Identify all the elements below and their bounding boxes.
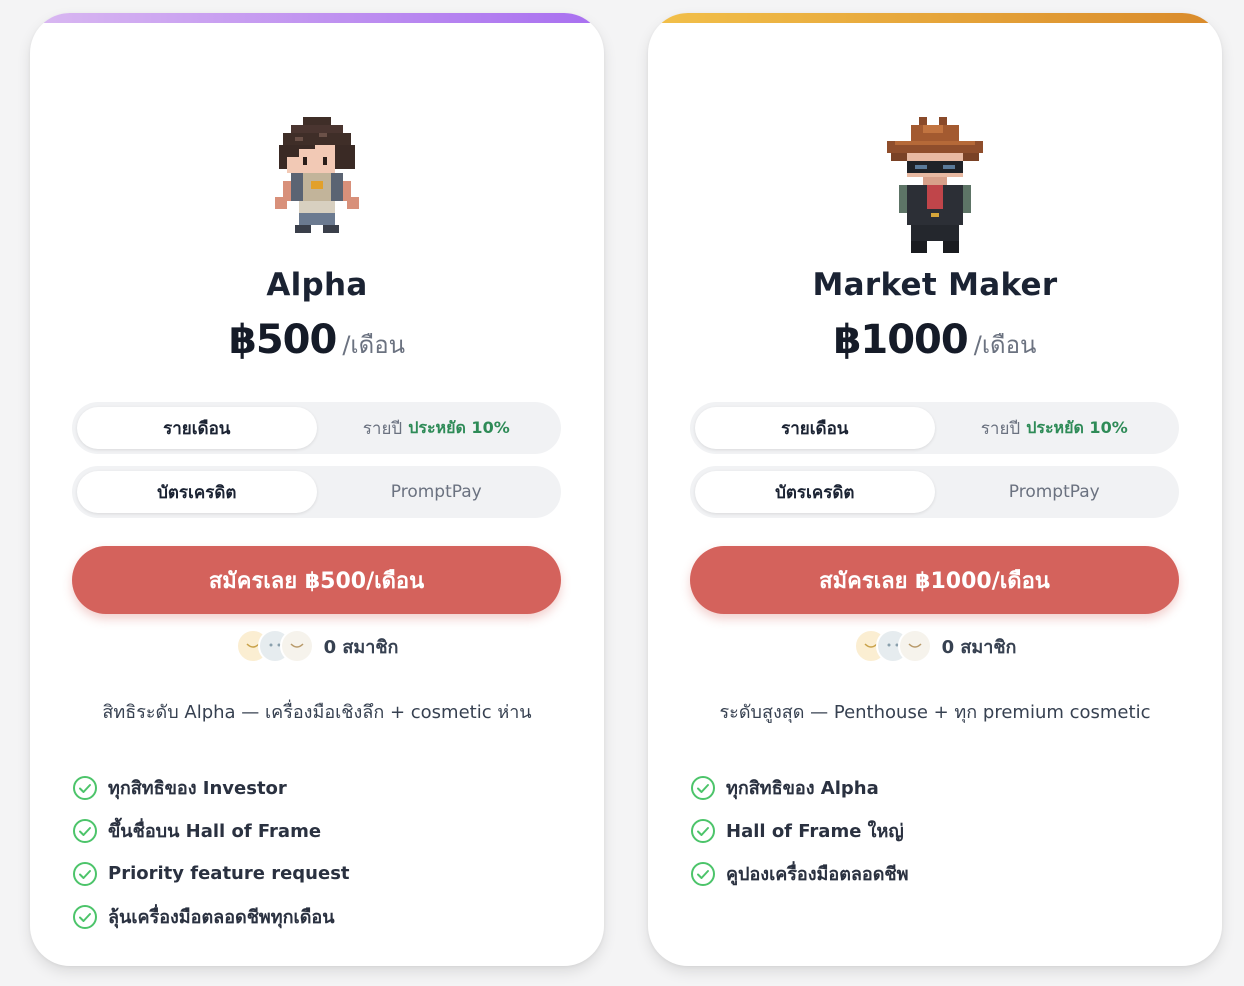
payment-promptpay-option[interactable]: PromptPay xyxy=(317,471,557,513)
pricing-page: Alpha ฿500/เดือน รายเดือน รายปี ประหยัด 1… xyxy=(0,0,1244,986)
feature-item: ทุกสิทธิของ Alpha xyxy=(690,766,909,809)
payment-card-option[interactable]: บัตรเครดิต xyxy=(695,471,935,513)
payment-method-toggle: บัตรเครดิต PromptPay xyxy=(72,466,561,518)
plan-accent-bar xyxy=(30,13,604,23)
member-count: 0 สมาชิก xyxy=(941,636,1017,658)
check-circle-icon xyxy=(691,775,715,800)
feature-text: ขึ้นชื่อบน Hall of Frame xyxy=(108,821,322,842)
member-avatar xyxy=(897,629,932,663)
feature-text: ลุ้นเครื่องมือตลอดชีพทุกเดือน xyxy=(108,907,335,928)
check-circle-icon xyxy=(691,818,715,843)
subscribe-button[interactable]: สมัครเลย ฿500/เดือน xyxy=(72,546,561,614)
plan-price: ฿500 xyxy=(228,317,337,363)
plan-card-market-maker: Market Maker ฿1000/เดือน รายเดือน รายปีป… xyxy=(648,13,1222,966)
plan-price: ฿1000 xyxy=(833,317,969,363)
feature-list: ทุกสิทธิของ Investor ขึ้นชื่อบน Hall of … xyxy=(72,766,350,938)
member-count-row: 0 สมาชิก xyxy=(648,629,1222,663)
member-avatar xyxy=(279,629,314,663)
payment-promptpay-option[interactable]: PromptPay xyxy=(935,471,1175,513)
payment-card-option[interactable]: บัตรเครดิต xyxy=(77,471,317,513)
feature-text: ทุกสิทธิของ Alpha xyxy=(726,778,879,799)
feature-item: ทุกสิทธิของ Investor xyxy=(72,766,350,809)
pixel-avatar-icon xyxy=(275,117,359,233)
plan-card-alpha: Alpha ฿500/เดือน รายเดือน รายปี ประหยัด 1… xyxy=(30,13,604,966)
plan-description: ระดับสูงสุด — Penthouse + ทุก premium co… xyxy=(719,702,1151,723)
billing-yearly-option[interactable]: รายปี ประหยัด 10% xyxy=(317,407,557,449)
member-count: 0 สมาชิก xyxy=(323,636,399,658)
plan-period: /เดือน xyxy=(973,331,1037,359)
feature-text: Priority feature request xyxy=(108,863,350,884)
subscribe-button[interactable]: สมัครเลย ฿1000/เดือน xyxy=(690,546,1179,614)
plan-description: สิทธิระดับ Alpha — เครื่องมือเชิงลึก + c… xyxy=(102,702,532,723)
billing-monthly-option[interactable]: รายเดือน xyxy=(77,407,317,449)
feature-item: ขึ้นชื่อบน Hall of Frame xyxy=(72,809,350,852)
feature-item: ลุ้นเครื่องมือตลอดชีพทุกเดือน xyxy=(72,895,350,938)
feature-item: Priority feature request xyxy=(72,852,350,895)
member-avatars xyxy=(235,629,314,663)
plan-price-row: ฿500/เดือน xyxy=(30,317,604,364)
check-circle-icon xyxy=(691,861,715,886)
check-circle-icon xyxy=(73,775,97,800)
check-circle-icon xyxy=(73,861,97,886)
member-count-row: 0 สมาชิก xyxy=(30,629,604,663)
pixel-avatar-icon xyxy=(887,117,983,253)
billing-monthly-option[interactable]: รายเดือน xyxy=(695,407,935,449)
plan-accent-bar xyxy=(648,13,1222,23)
feature-text: Hall of Frame ใหญ่ xyxy=(726,821,904,842)
plan-period: /เดือน xyxy=(342,331,406,359)
feature-text: ทุกสิทธิของ Investor xyxy=(108,778,287,799)
billing-cycle-toggle: รายเดือน รายปี ประหยัด 10% xyxy=(690,402,1179,454)
check-circle-icon xyxy=(73,818,97,843)
billing-yearly-option[interactable]: รายปี ประหยัด 10% xyxy=(935,407,1175,449)
payment-method-toggle: บัตรเครดิต PromptPay xyxy=(690,466,1179,518)
yearly-save-badge: ประหยัด 10% xyxy=(408,417,510,437)
plan-name: Market Maker xyxy=(812,267,1058,303)
feature-list: ทุกสิทธิของ Alpha Hall of Frame ใหญ่ คูป… xyxy=(690,766,909,895)
check-circle-icon xyxy=(73,904,97,929)
plan-name: Alpha xyxy=(266,267,368,303)
feature-item: Hall of Frame ใหญ่ xyxy=(690,809,909,852)
feature-text: คูปองเครื่องมือตลอดชีพ xyxy=(726,864,909,885)
member-avatars xyxy=(853,629,932,663)
plan-price-row: ฿1000/เดือน xyxy=(648,317,1222,364)
yearly-save-badge: ประหยัด 10% xyxy=(1026,417,1128,437)
billing-cycle-toggle: รายเดือน รายปี ประหยัด 10% xyxy=(72,402,561,454)
feature-item: คูปองเครื่องมือตลอดชีพ xyxy=(690,852,909,895)
